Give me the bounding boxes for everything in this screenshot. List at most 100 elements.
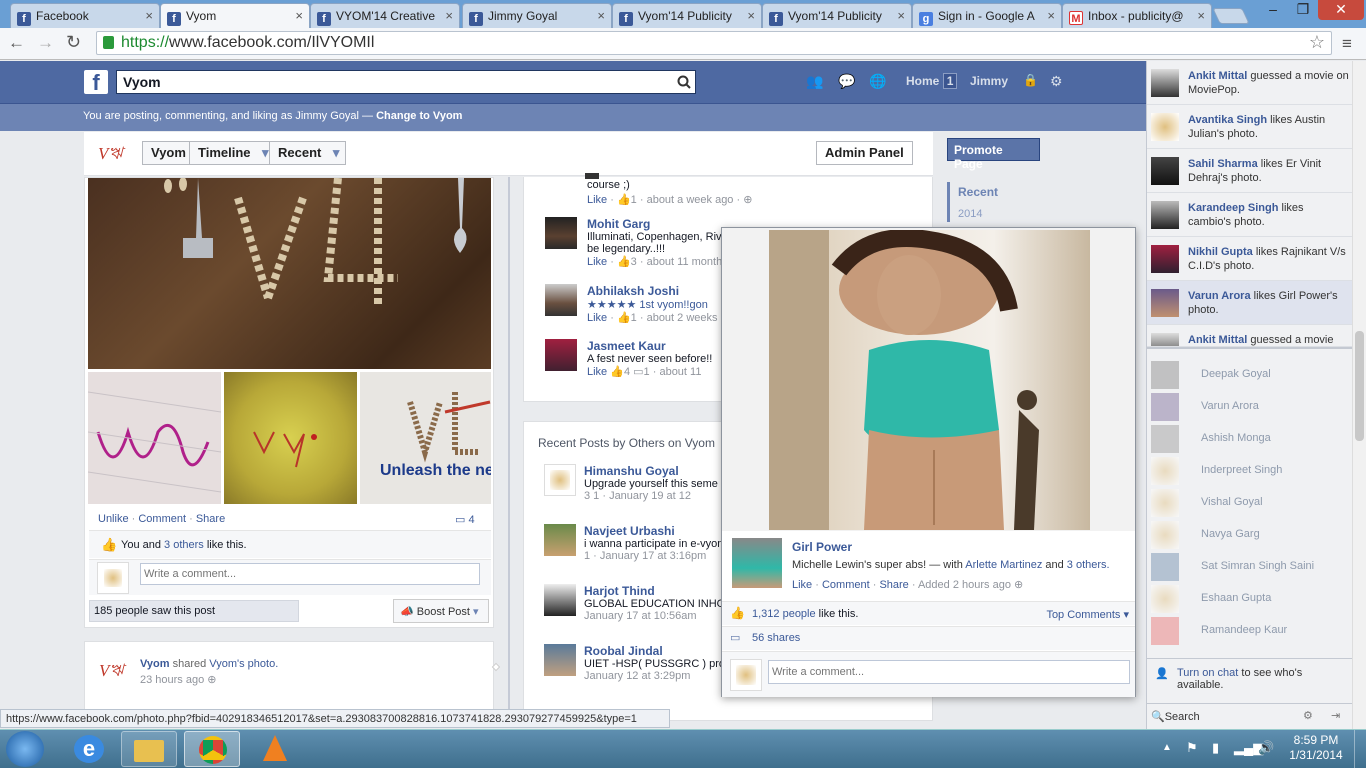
chat-friend[interactable]: Sat Simran Singh Saini <box>1151 553 1351 581</box>
ticker-item[interactable]: Avantika Singh likes Austin Julian's pho… <box>1147 105 1353 149</box>
ticker-item[interactable]: Ankit Mittal guessed a movie <box>1147 325 1353 347</box>
comment-time[interactable]: about 2 weeks <box>647 312 718 324</box>
facebook-logo-icon[interactable]: f <box>84 70 108 95</box>
comment-author[interactable]: Mohit Garg <box>587 217 727 231</box>
comment-author[interactable]: Jasmeet Kaur <box>587 339 727 353</box>
avatar[interactable] <box>544 584 576 616</box>
like-comment-link[interactable]: Like <box>587 194 607 206</box>
close-tab-icon[interactable]: × <box>747 8 755 23</box>
close-tab-icon[interactable]: × <box>597 8 605 23</box>
ticker-item[interactable]: Karandeep Singh likes cambio's photo. <box>1147 193 1353 237</box>
chat-friend[interactable]: Ramandeep Kaur <box>1151 617 1351 645</box>
notifications-globe-icon[interactable]: 🌐 <box>869 73 887 89</box>
shared-post-link[interactable]: Vyom's photo. <box>209 658 278 670</box>
browser-tab-vyom[interactable]: f Vyom × <box>160 3 310 28</box>
close-tab-icon[interactable]: × <box>145 8 153 23</box>
forward-arrow-icon[interactable]: → <box>37 33 54 53</box>
top-comments-dropdown[interactable]: Top Comments ▾ <box>1046 608 1129 621</box>
chat-friend[interactable]: Ashish Monga <box>1151 425 1351 453</box>
comment-author[interactable]: Abhilaksh Joshi <box>587 284 727 298</box>
ticker-item-selected[interactable]: Varun Arora likes Girl Power's photo. <box>1147 281 1353 325</box>
volume-icon[interactable]: 🔊 <box>1258 740 1274 756</box>
like-comment-link[interactable]: Like <box>587 312 607 324</box>
close-tab-icon[interactable]: × <box>1047 8 1055 23</box>
address-bar[interactable]: https://www.facebook.com/IlVYOMIl ☆ <box>96 31 1332 55</box>
chrome-icon[interactable] <box>184 731 240 767</box>
chat-friend[interactable]: Eshaan Gupta <box>1151 585 1351 613</box>
chat-friend[interactable]: Inderpreet Singh <box>1151 457 1351 485</box>
avatar[interactable] <box>545 217 577 249</box>
promote-page-button[interactable]: Promote Page <box>947 138 1040 171</box>
likes-others-link[interactable]: 3 others <box>164 539 204 551</box>
chat-friend[interactable]: Navya Garg <box>1151 521 1351 549</box>
start-button-icon[interactable] <box>6 731 44 767</box>
girl-power-photo[interactable] <box>769 230 1090 530</box>
timeline-nav-recent[interactable]: Recent <box>958 185 998 199</box>
unlike-link[interactable]: Unlike <box>98 513 129 525</box>
admin-panel-button[interactable]: Admin Panel <box>816 141 913 165</box>
tagged-others-link[interactable]: 3 others. <box>1067 559 1110 571</box>
avatar[interactable] <box>732 538 782 588</box>
close-tab-icon[interactable]: × <box>1197 8 1205 23</box>
nav-home[interactable]: Home 1 <box>906 73 958 89</box>
back-arrow-icon[interactable]: ← <box>8 33 25 53</box>
like-link[interactable]: Like <box>792 579 812 591</box>
messages-icon[interactable]: 💬 <box>838 73 856 89</box>
like-comment-link[interactable]: Like <box>587 366 607 378</box>
turn-on-chat-link[interactable]: Turn on chat <box>1177 667 1238 679</box>
chat-friend[interactable]: Deepak Goyal <box>1151 361 1351 389</box>
comment-count[interactable]: ▭ 4 <box>455 513 475 526</box>
like-comment-link[interactable]: Like <box>587 256 607 268</box>
chat-search-bar[interactable]: 🔍Search ⚙ ⇥ <box>1147 703 1353 729</box>
close-tab-icon[interactable]: × <box>897 8 905 23</box>
comment-time[interactable]: about 11 <box>659 366 701 378</box>
settings-gear-icon[interactable]: ⚙ <box>1050 73 1068 89</box>
vyom-logo-icon[interactable]: Vঋ <box>98 141 134 165</box>
search-icon[interactable] <box>677 75 691 89</box>
timeline-nav-2014[interactable]: 2014 <box>958 208 982 220</box>
post-photo-pink-writing[interactable] <box>88 372 221 504</box>
ticker-item[interactable]: Sahil Sharma likes Er Vinit Dehraj's pho… <box>1147 149 1353 193</box>
post-photo-unleash[interactable]: Unleash the ne <box>360 372 491 504</box>
chat-friend[interactable]: Varun Arora <box>1151 393 1351 421</box>
chat-settings-gear-icon[interactable]: ⚙ <box>1303 709 1313 722</box>
file-explorer-icon[interactable] <box>121 731 177 767</box>
ticker-item[interactable]: Nikhil Gupta likes Rajnikant V/s C.I.D's… <box>1147 237 1353 281</box>
browser-tab-publicity-1[interactable]: f Vyom'14 Publicity × <box>612 3 762 28</box>
boost-post-button[interactable]: 📣 Boost Post ▾ <box>393 599 489 623</box>
privacy-lock-icon[interactable]: 🔒 <box>1023 73 1041 89</box>
post-author[interactable]: Roobal Jindal <box>584 644 724 658</box>
search-input[interactable]: Vyom <box>116 70 696 94</box>
browser-tab-publicity-2[interactable]: f Vyom'14 Publicity × <box>762 3 912 28</box>
photo-page-name[interactable]: Girl Power <box>792 540 852 554</box>
battery-icon[interactable]: ▮ <box>1212 740 1219 756</box>
chat-popout-icon[interactable]: ⇥ <box>1331 709 1340 722</box>
share-link[interactable]: Share <box>196 513 225 525</box>
close-window-icon[interactable]: ✕ <box>1318 0 1364 20</box>
close-tab-icon[interactable]: × <box>295 8 303 23</box>
browser-tab-creative[interactable]: f VYOM'14 Creative × <box>310 3 460 28</box>
shared-post-time[interactable]: 23 hours ago <box>140 674 204 686</box>
post-author[interactable]: Harjot Thind <box>584 584 724 598</box>
post-author[interactable]: Himanshu Goyal <box>584 464 724 478</box>
ticker-item[interactable]: Ankit Mittal guessed a movie on MoviePop… <box>1147 61 1353 105</box>
action-center-icon[interactable]: ⚑ <box>1186 740 1198 756</box>
avatar[interactable] <box>544 644 576 676</box>
avatar[interactable] <box>544 464 576 496</box>
post-main-photo[interactable] <box>88 178 491 369</box>
reload-icon[interactable]: ↻ <box>66 32 81 53</box>
shared-post-author[interactable]: Vyom <box>140 658 170 670</box>
photo-likes-link[interactable]: 1,312 people <box>752 608 816 620</box>
comment-time[interactable]: about 11 month <box>647 256 723 268</box>
system-clock[interactable]: 8:59 PM 1/31/2014 <box>1286 733 1346 763</box>
browser-tab-jimmy[interactable]: f Jimmy Goyal × <box>462 3 612 28</box>
timeline-button[interactable]: Timeline ▾ <box>189 141 276 165</box>
change-to-vyom-link[interactable]: Change to Vyom <box>376 110 462 122</box>
new-tab-button[interactable] <box>1212 8 1250 24</box>
tagged-person-link[interactable]: Arlette Martinez <box>965 559 1042 571</box>
comment-time[interactable]: about a week ago <box>647 194 734 206</box>
photo-shares-link[interactable]: 56 shares <box>752 632 800 644</box>
page-scrollbar[interactable] <box>1352 61 1366 729</box>
comment-link[interactable]: Comment <box>822 579 870 591</box>
post-photo-yellow[interactable] <box>224 372 357 504</box>
